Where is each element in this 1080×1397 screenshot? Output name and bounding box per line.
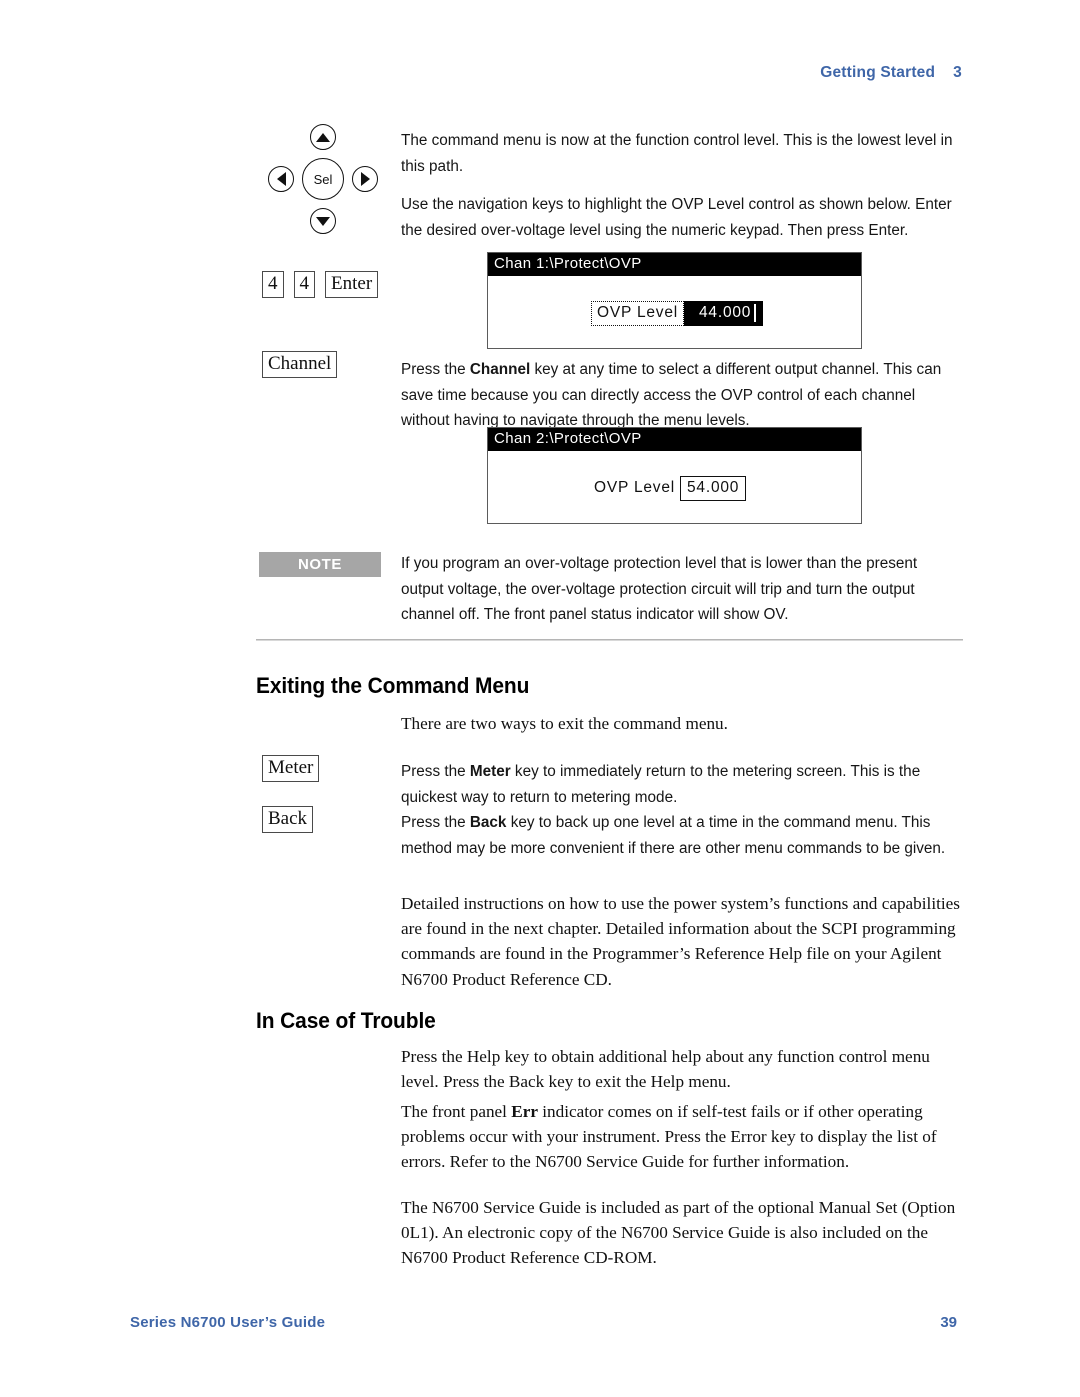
intro-text-block: The command menu is now at the function … — [401, 128, 961, 243]
key-channel[interactable]: Channel — [262, 351, 338, 378]
navigation-key-cluster: Sel — [258, 124, 388, 242]
err-para-bold: Err — [511, 1102, 538, 1121]
lcd2-ovp-level-label: OVP Level — [594, 479, 676, 496]
running-head-title: Getting Started — [820, 64, 936, 81]
key-digit-4-first[interactable]: 4 — [262, 271, 284, 298]
paragraph-service-guide: The N6700 Service Guide is included as p… — [401, 1198, 956, 1268]
lcd2-body: OVP Level 54.000 — [488, 451, 861, 523]
section-divider — [256, 639, 963, 641]
key-sequence-channel: Channel — [262, 351, 338, 378]
key-digit-4-second[interactable]: 4 — [293, 271, 315, 298]
lcd2-ovp-level-value[interactable]: 54.000 — [680, 476, 747, 501]
paragraph-navigation-keys: Use the navigation keys to highlight the… — [401, 196, 952, 239]
select-key-label: Sel — [313, 171, 333, 187]
page-footer: Series N6700 User’s Guide 39 — [0, 1314, 1080, 1338]
key-sequence-back: Back — [262, 806, 314, 833]
heading-in-case-of-trouble: In Case of Trouble — [256, 1008, 436, 1033]
select-key-icon[interactable]: Sel — [302, 158, 344, 200]
left-arrow-icon — [276, 172, 286, 186]
lcd2-ovp-level-control[interactable]: OVP Level 54.000 — [589, 476, 747, 501]
service-guide-block: The N6700 Service Guide is included as p… — [401, 1195, 961, 1271]
paragraph-channel-key: Press the Channel key at any time to sel… — [401, 357, 961, 434]
back-para-bold: Back — [469, 814, 507, 831]
channel-para-pre: Press the — [401, 361, 470, 378]
exit-intro-block: There are two ways to exit the command m… — [401, 711, 961, 736]
channel-para-bold: Channel — [469, 361, 531, 378]
channel-text-block: Press the Channel key at any time to sel… — [401, 357, 961, 434]
lcd2-title-bar: Chan 2:\Protect\OVP — [488, 428, 861, 451]
paragraph-two-ways-to-exit: There are two ways to exit the command m… — [401, 714, 728, 733]
left-arrow-key-icon[interactable] — [268, 166, 294, 192]
meter-para-pre: Press the — [401, 763, 470, 780]
paragraph-detailed-instructions: Detailed instructions on how to use the … — [401, 894, 960, 989]
up-arrow-icon — [316, 132, 330, 142]
lcd1-ovp-level-control[interactable]: OVP Level 44.000 — [591, 301, 764, 326]
paragraph-function-control-level: The command menu is now at the function … — [401, 132, 953, 175]
chapter-number: 3 — [953, 64, 962, 81]
paragraph-err-indicator: The front panel Err indicator comes on i… — [401, 1099, 961, 1175]
note-badge: NOTE — [259, 552, 381, 577]
footer-guide-title: Series N6700 User’s Guide — [130, 1314, 326, 1331]
key-enter[interactable]: Enter — [325, 271, 379, 298]
footer-page-number: 39 — [940, 1314, 957, 1331]
lcd-display-channel-1: Chan 1:\Protect\OVP OVP Level 44.000 — [487, 252, 862, 349]
up-arrow-key-icon[interactable] — [310, 124, 336, 150]
meter-text-block: Press the Meter key to immediately retur… — [401, 759, 961, 810]
meter-para-bold: Meter — [469, 763, 511, 780]
back-para-pre: Press the — [401, 814, 470, 831]
lcd1-ovp-level-label: OVP Level — [591, 301, 685, 326]
back-text-block: Press the Back key to back up one level … — [401, 810, 961, 861]
key-meter[interactable]: Meter — [262, 755, 320, 782]
text-cursor-icon — [754, 304, 757, 322]
paragraph-help-key: Press the Help key to obtain additional … — [401, 1047, 930, 1092]
right-arrow-icon — [360, 172, 370, 186]
lcd1-body: OVP Level 44.000 — [488, 276, 861, 348]
key-sequence-meter: Meter — [262, 755, 320, 782]
lcd1-ovp-value-text: 44.000 — [699, 304, 752, 321]
heading-exiting-command-menu: Exiting the Command Menu — [256, 673, 530, 698]
detailed-instructions-block: Detailed instructions on how to use the … — [401, 891, 961, 992]
right-arrow-key-icon[interactable] — [352, 166, 378, 192]
key-back[interactable]: Back — [262, 806, 314, 833]
note-text-block: If you program an over-voltage protectio… — [401, 551, 961, 628]
err-indicator-block: The front panel Err indicator comes on i… — [401, 1099, 961, 1175]
down-arrow-key-icon[interactable] — [310, 208, 336, 234]
trouble-text-block: Press the Help key to obtain additional … — [401, 1044, 961, 1094]
key-sequence-enter-ovp: 4 4 Enter — [262, 271, 379, 298]
lcd-display-channel-2: Chan 2:\Protect\OVP OVP Level 54.000 — [487, 427, 862, 524]
err-para-pre: The front panel — [401, 1102, 512, 1121]
down-arrow-icon — [316, 216, 330, 226]
lcd1-ovp-level-value[interactable]: 44.000 — [684, 301, 764, 326]
lcd1-title-bar: Chan 1:\Protect\OVP — [488, 253, 861, 276]
running-head: Getting Started 3 — [820, 64, 962, 82]
paragraph-meter-key: Press the Meter key to immediately retur… — [401, 759, 961, 810]
paragraph-back-key: Press the Back key to back up one level … — [401, 810, 961, 861]
note-paragraph: If you program an over-voltage protectio… — [401, 555, 918, 623]
